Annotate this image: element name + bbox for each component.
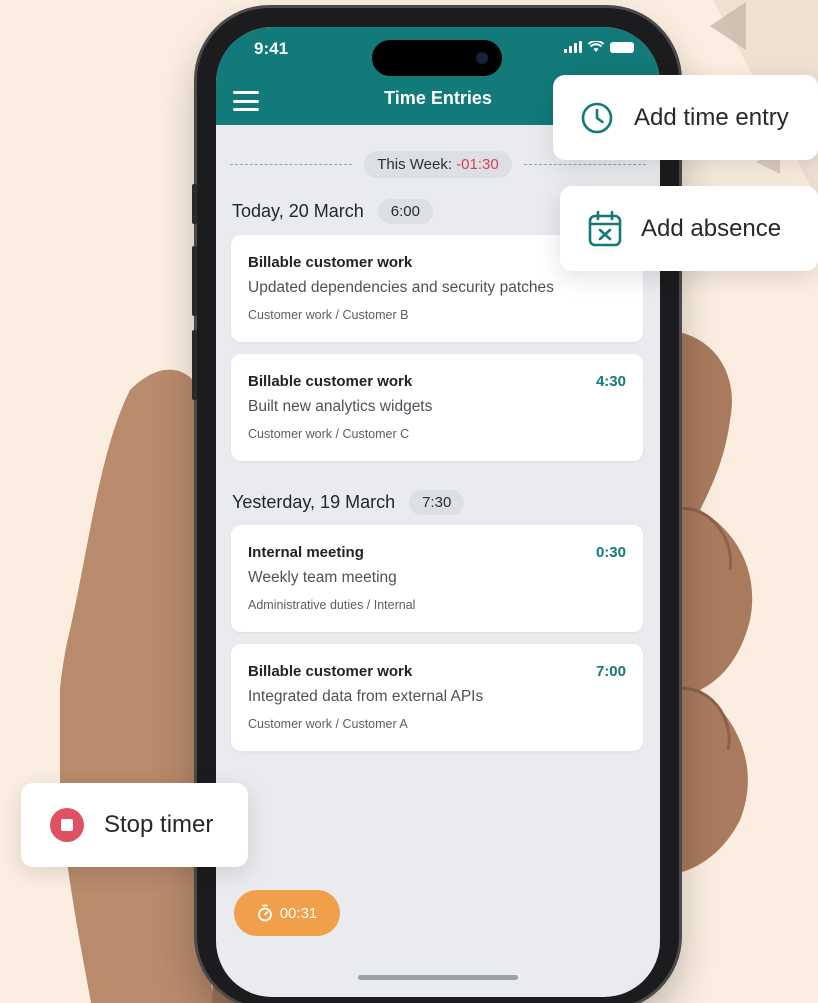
entry-path: Customer work / Customer A bbox=[248, 717, 408, 731]
entry-description: Updated dependencies and security patche… bbox=[248, 279, 554, 296]
entry-title: Internal meeting bbox=[248, 544, 364, 561]
phone-button bbox=[192, 330, 197, 400]
week-label: This Week: bbox=[377, 155, 453, 173]
camera-dot bbox=[476, 52, 488, 64]
entry-duration: 4:30 bbox=[595, 373, 626, 390]
add-absence-label: Add absence bbox=[641, 214, 782, 242]
background-arrow bbox=[710, 2, 746, 50]
battery-icon bbox=[610, 41, 634, 53]
wifi-icon bbox=[588, 41, 604, 52]
entry-path: Customer work / Customer C bbox=[248, 427, 410, 441]
week-total-badge: This Week: -01:30 bbox=[364, 150, 512, 178]
stopwatch-icon bbox=[257, 904, 272, 922]
home-indicator bbox=[358, 975, 518, 980]
day-label: Today, 20 March bbox=[232, 201, 364, 221]
time-entry-card[interactable]: Billable customer work 4:30 Built new an… bbox=[231, 354, 643, 461]
entry-description: Built new analytics widgets bbox=[248, 398, 433, 415]
clock-icon bbox=[581, 102, 613, 133]
add-time-entry-button[interactable]: Add time entry bbox=[553, 75, 818, 160]
timer-elapsed: 00:31 bbox=[279, 904, 318, 922]
time-entry-card[interactable]: Billable customer work 7:00 Integrated d… bbox=[231, 644, 643, 751]
day-header: Today, 20 March 6:00 bbox=[232, 199, 433, 224]
calendar-x-icon bbox=[588, 210, 622, 246]
entry-duration: 7:00 bbox=[595, 663, 626, 680]
phone-screen: 9:41 Time Entries This Week: -01:30 Toda… bbox=[216, 27, 660, 997]
signal-icon bbox=[564, 41, 582, 53]
entry-path: Administrative duties / Internal bbox=[248, 598, 416, 612]
stop-icon bbox=[50, 808, 84, 842]
divider bbox=[230, 163, 353, 165]
day-total-badge: 7:30 bbox=[409, 490, 465, 515]
entry-title: Billable customer work bbox=[248, 663, 413, 680]
stop-timer-label: Stop timer bbox=[104, 811, 214, 838]
running-timer-button[interactable]: 00:31 bbox=[234, 890, 340, 936]
day-label: Yesterday, 19 March bbox=[232, 492, 396, 512]
phone-button bbox=[192, 184, 197, 224]
entry-path: Customer work / Customer B bbox=[248, 308, 409, 322]
stop-timer-button[interactable]: Stop timer bbox=[21, 783, 248, 867]
status-time: 9:41 bbox=[254, 39, 289, 58]
entry-description: Weekly team meeting bbox=[248, 569, 397, 586]
status-icons bbox=[564, 41, 634, 53]
entry-description: Integrated data from external APIs bbox=[248, 688, 484, 705]
entry-duration: 0:30 bbox=[595, 544, 626, 561]
add-time-entry-label: Add time entry bbox=[634, 103, 789, 131]
time-entry-card[interactable]: Internal meeting 0:30 Weekly team meetin… bbox=[231, 525, 643, 632]
entry-title: Billable customer work bbox=[248, 254, 413, 271]
day-total-badge: 6:00 bbox=[377, 199, 433, 224]
entry-title: Billable customer work bbox=[248, 373, 413, 390]
add-absence-button[interactable]: Add absence bbox=[560, 186, 818, 271]
week-balance: -01:30 bbox=[456, 155, 499, 173]
phone-button bbox=[192, 246, 197, 316]
divider bbox=[523, 163, 646, 165]
dynamic-island bbox=[372, 40, 502, 76]
day-header: Yesterday, 19 March 7:30 bbox=[232, 490, 465, 515]
